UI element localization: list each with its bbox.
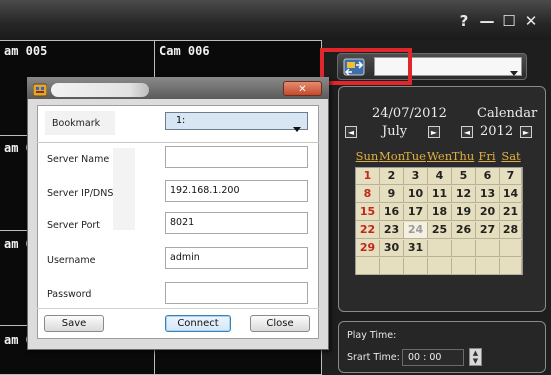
weekday-header: Sun (355, 149, 379, 163)
server-name-input[interactable] (165, 146, 308, 168)
prev-year-button[interactable]: ◄ (461, 126, 473, 138)
calendar-day (428, 258, 452, 275)
calendar-day[interactable]: 20 (476, 204, 500, 221)
window-close-button[interactable]: ✕ (522, 12, 540, 30)
server-port-label: Server Port (47, 220, 101, 231)
weekday-header: Mon (379, 149, 406, 163)
dialog-close-button[interactable]: ✕ (283, 81, 322, 96)
calendar-grid: 1 2 3 4 5 6 7 8 9 10 11 12 13 14 15 16 17 18 19 20 21 22 23 24 2… (355, 167, 523, 275)
password-label: Password (47, 289, 92, 300)
server-ip-label: Server IP/DNS (47, 188, 114, 199)
calendar-day[interactable]: 17 (404, 204, 428, 221)
calendar-day[interactable]: 1 (356, 168, 380, 185)
highlight-annotation (320, 48, 412, 85)
calendar-day[interactable]: 28 (500, 222, 522, 239)
current-date: 24/07/2012 (372, 106, 447, 121)
calendar-day[interactable]: 22 (356, 222, 380, 239)
month-label: July (382, 124, 408, 139)
server-ip-input[interactable]: 192.168.1.200 (165, 180, 308, 202)
calendar-day (452, 258, 476, 275)
label-column-shade (113, 148, 135, 230)
time-spinner[interactable]: ▲ ▼ (469, 348, 482, 366)
calendar-day[interactable]: 16 (380, 204, 404, 221)
username-input[interactable]: admin (165, 247, 308, 269)
bookmark-label: Bookmark (52, 118, 101, 129)
calendar-day (452, 240, 476, 257)
calendar-day[interactable]: 4 (428, 168, 452, 185)
calendar-day (404, 258, 428, 275)
next-month-button[interactable]: ► (428, 126, 440, 138)
server-port-input[interactable]: 8021 (165, 212, 308, 234)
password-input[interactable] (165, 282, 308, 304)
weekday-header: Sat (501, 149, 521, 163)
camera-label: Cam 006 (159, 44, 210, 58)
calendar-day[interactable]: 7 (500, 168, 522, 185)
calendar-day[interactable]: 18 (428, 204, 452, 221)
calendar-day[interactable]: 5 (452, 168, 476, 185)
calendar-day[interactable]: 27 (476, 222, 500, 239)
minimize-button[interactable]: — (478, 12, 496, 30)
button-divider (37, 308, 319, 309)
prev-month-button[interactable]: ◄ (345, 126, 357, 138)
help-button[interactable]: ? (455, 12, 473, 30)
weekday-header: Fri (478, 149, 496, 163)
app-icon (32, 82, 48, 97)
calendar-day[interactable]: 9 (380, 186, 404, 203)
calendar-day[interactable]: 3 (404, 168, 428, 185)
calendar-day[interactable]: 25 (428, 222, 452, 239)
start-time-label: Srart Time: (347, 352, 400, 363)
server-name-label: Server Name (47, 154, 110, 165)
chevron-down-icon (293, 118, 301, 132)
calendar-day[interactable]: 19 (452, 204, 476, 221)
calendar-day[interactable]: 8 (356, 186, 380, 203)
close-button[interactable]: Close (250, 315, 310, 332)
dialog-title-redacted (51, 83, 149, 97)
calendar-day[interactable]: 11 (428, 186, 452, 203)
calendar-title: Calendar (477, 106, 538, 121)
save-button[interactable]: Save (44, 315, 104, 332)
calendar-day[interactable]: 12 (452, 186, 476, 203)
chevron-down-icon (510, 62, 518, 76)
section-divider (37, 142, 319, 143)
username-label: Username (47, 255, 96, 266)
calendar-day (500, 240, 522, 257)
calendar-day[interactable]: 31 (404, 240, 428, 257)
calendar-day[interactable]: 30 (380, 240, 404, 257)
year-label: 2012 (480, 124, 514, 139)
calendar-day (380, 258, 404, 275)
calendar-day[interactable]: 29 (356, 240, 380, 257)
calendar-day[interactable]: 21 (500, 204, 522, 221)
calendar-day[interactable]: 6 (476, 168, 500, 185)
calendar-day[interactable]: 2 (380, 168, 404, 185)
weekday-header: Tue (404, 149, 426, 163)
calendar-day (500, 258, 522, 275)
play-time-label: Play Time: (347, 330, 397, 341)
calendar-day[interactable]: 23 (380, 222, 404, 239)
calendar-day[interactable]: 10 (404, 186, 428, 203)
calendar-day[interactable]: 24 (404, 222, 428, 239)
connect-button[interactable]: Connect (165, 315, 231, 332)
calendar-day[interactable]: 14 (500, 186, 522, 203)
next-year-button[interactable]: ► (520, 126, 532, 138)
calendar-day (476, 240, 500, 257)
camera-label: am 005 (4, 44, 48, 58)
calendar-day[interactable]: 13 (476, 186, 500, 203)
weekday-header: Thu (451, 149, 475, 163)
calendar-day (476, 258, 500, 275)
start-time-input[interactable]: 00 : 00 (402, 349, 464, 366)
maximize-button[interactable]: ☐ (500, 12, 518, 30)
weekday-header: Wen (427, 149, 453, 163)
bookmark-select[interactable]: 1: (165, 112, 308, 130)
calendar-day (356, 258, 380, 275)
calendar-day (428, 240, 452, 257)
calendar-day[interactable]: 15 (356, 204, 380, 221)
calendar-day[interactable]: 26 (452, 222, 476, 239)
